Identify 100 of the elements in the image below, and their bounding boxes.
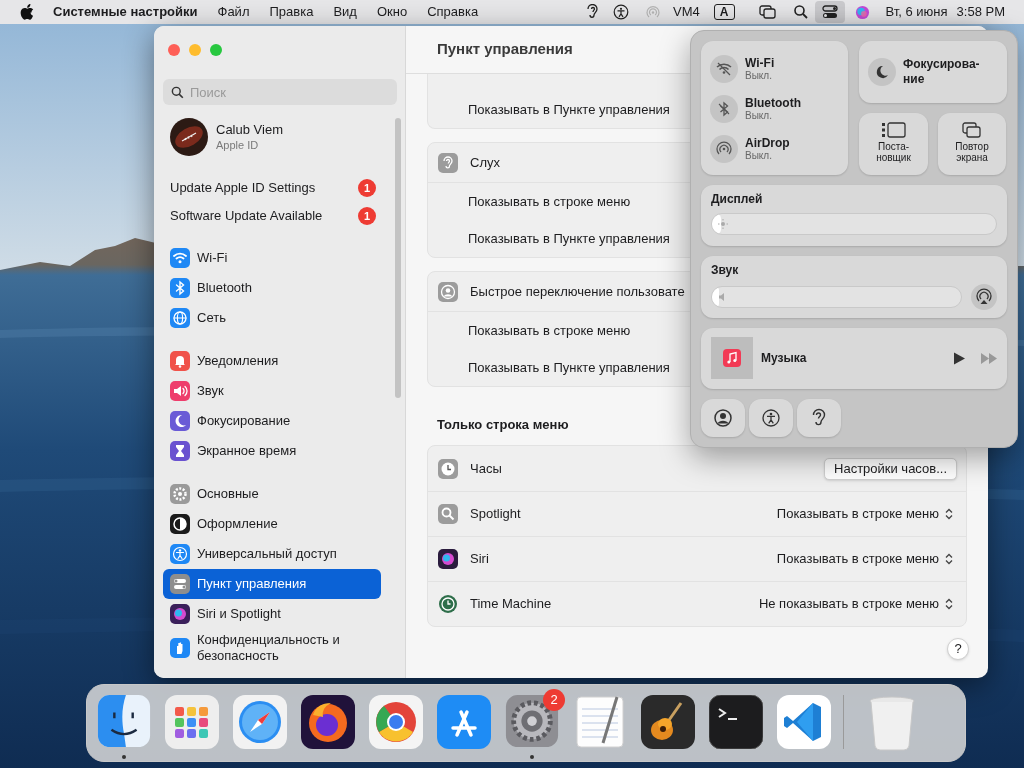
- sidebar-label: Пункт управления: [197, 576, 307, 592]
- fox-icon[interactable]: [301, 695, 355, 749]
- sidebar-item[interactable]: Фокусирование: [163, 406, 381, 436]
- option-label: Показывать в строке меню: [468, 321, 631, 340]
- avatar: [170, 118, 208, 156]
- row-label: Siri: [470, 550, 489, 569]
- notice-item[interactable]: Software Update Available 1: [163, 202, 381, 230]
- sidebar-item[interactable]: Bluetooth: [163, 273, 381, 303]
- sidebar-item[interactable]: Звук: [163, 376, 381, 406]
- notice-label: Software Update Available: [170, 207, 323, 226]
- ear-button[interactable]: [797, 399, 841, 437]
- gear-icon[interactable]: [505, 695, 559, 748]
- control-center-button[interactable]: [814, 1, 845, 23]
- stage-manager-icon: [881, 122, 906, 138]
- sidebar-item[interactable]: Сеть: [163, 303, 381, 333]
- chevron-up-down-icon: [945, 553, 953, 565]
- chevron-up-down-icon: [945, 598, 953, 610]
- toggle-label: AirDrop: [745, 136, 790, 150]
- ear-icon[interactable]: [587, 4, 600, 20]
- face-icon[interactable]: [97, 695, 151, 748]
- accessibility-icon[interactable]: [613, 4, 630, 20]
- sidebar-item[interactable]: Siri и Spotlight: [163, 599, 381, 629]
- accessibility-button[interactable]: [749, 399, 793, 437]
- sidebar-item[interactable]: Универсальный доступ: [163, 539, 381, 569]
- sound-slider[interactable]: [711, 286, 962, 309]
- sidebar-label: Универсальный доступ: [197, 546, 337, 562]
- accessibility-icon: [760, 407, 782, 429]
- airplay-audio-icon[interactable]: [971, 284, 997, 311]
- toggle-status: Выкл.: [745, 110, 773, 122]
- popup-button[interactable]: Показывать в строке меню: [776, 549, 957, 569]
- account-row[interactable]: Calub Viem Apple ID: [163, 114, 396, 160]
- person-button[interactable]: [701, 399, 745, 437]
- menu-bar-date[interactable]: Вт, 6 июня: [885, 2, 948, 22]
- sidebar-item[interactable]: Основные: [163, 479, 381, 509]
- sidebar-item[interactable]: Уведомления: [163, 346, 381, 376]
- search-icon[interactable]: [792, 4, 809, 20]
- option-label: Показывать в строке меню: [468, 192, 631, 211]
- sidebar-label: Звук: [197, 383, 224, 399]
- close-button[interactable]: [168, 44, 180, 56]
- display-slider[interactable]: [711, 213, 997, 235]
- popup-button[interactable]: Не показывать в строке меню: [758, 594, 957, 614]
- airdrop-icon[interactable]: [710, 135, 738, 163]
- play-icon[interactable]: [953, 351, 965, 365]
- notice-item[interactable]: Update Apple ID Settings 1: [163, 174, 381, 202]
- sidebar-label: Конфиденциальность и безопасность: [197, 632, 341, 664]
- clock-settings-button[interactable]: Настройки часов...: [824, 457, 957, 480]
- row-label: Time Machine: [470, 595, 552, 614]
- app-grid-icon[interactable]: [165, 695, 219, 749]
- app-name[interactable]: Системные настройки: [53, 2, 198, 22]
- color-wheel-icon[interactable]: [369, 695, 423, 749]
- option-label: Показывать в Пункте управления: [468, 100, 670, 119]
- account-subtitle: Apple ID: [216, 138, 260, 152]
- apple-logo-icon[interactable]: [20, 4, 34, 20]
- help-button[interactable]: ?: [947, 638, 969, 660]
- group-title: Быстрое переключение пользовате: [470, 282, 685, 301]
- screen-mirroring-tile[interactable]: Повтор экрана: [938, 113, 1006, 175]
- tile-title: Звук: [711, 263, 740, 278]
- account-name: Calub Viem: [216, 122, 283, 138]
- focus-tile[interactable]: Фокусирова- ние: [859, 41, 1007, 103]
- ear-icon: [438, 152, 458, 173]
- sidebar-item[interactable]: Wi-Fi: [163, 243, 381, 273]
- input-source-indicator[interactable]: A: [713, 4, 735, 20]
- notice-label: Update Apple ID Settings: [170, 179, 316, 198]
- dock-badge: 2: [543, 689, 565, 711]
- ribbon-icon[interactable]: [777, 695, 831, 749]
- sidebar-item[interactable]: Оформление: [163, 509, 381, 539]
- a-shape-icon[interactable]: [437, 695, 491, 749]
- menu-item[interactable]: Окно: [376, 2, 408, 22]
- row-label: Spotlight: [470, 505, 521, 524]
- wifi-off-icon[interactable]: [710, 55, 738, 83]
- menu-item[interactable]: Справка: [427, 2, 479, 22]
- chevron-up-down-icon: [945, 508, 953, 520]
- person-icon: [712, 407, 734, 429]
- guitar-icon[interactable]: [641, 695, 695, 749]
- menu-item[interactable]: Файл: [217, 2, 250, 22]
- notepad-icon[interactable]: [573, 695, 627, 749]
- stage-manager-tile[interactable]: Поста- новщик: [859, 113, 928, 175]
- sidebar-item[interactable]: Пункт управления: [163, 569, 381, 599]
- search-field[interactable]: Поиск: [163, 79, 397, 105]
- menu-item[interactable]: Вид: [333, 2, 357, 22]
- sidebar-label: Bluetooth: [197, 280, 252, 296]
- search-icon: [171, 86, 184, 99]
- menu-item[interactable]: Правка: [269, 2, 314, 22]
- sidebar-item[interactable]: Конфиденциальность и безопасность: [163, 629, 381, 667]
- popup-button[interactable]: Показывать в строке меню: [776, 504, 957, 524]
- option-label: Показывать в Пункте управления: [468, 358, 670, 377]
- compass-icon[interactable]: [233, 695, 287, 749]
- menu-bar-clock[interactable]: 3:58 PM: [956, 2, 1005, 22]
- sidebar-item[interactable]: Экранное время: [163, 436, 381, 466]
- bluetooth-off-icon[interactable]: [710, 95, 738, 123]
- tile-label: Повтор экрана: [955, 141, 989, 163]
- tile-label: Поста- новщик: [876, 141, 911, 163]
- siri-orb-icon[interactable]: [854, 4, 870, 20]
- toggle-status: Выкл.: [745, 70, 773, 82]
- terminal-icon[interactable]: [709, 695, 763, 749]
- tile-title: Дисплей: [711, 192, 764, 206]
- row-label: Часы: [470, 459, 502, 478]
- screen-mirroring-icon[interactable]: [758, 4, 777, 20]
- user-label[interactable]: VM4: [673, 2, 700, 22]
- moon-icon: [868, 58, 896, 86]
